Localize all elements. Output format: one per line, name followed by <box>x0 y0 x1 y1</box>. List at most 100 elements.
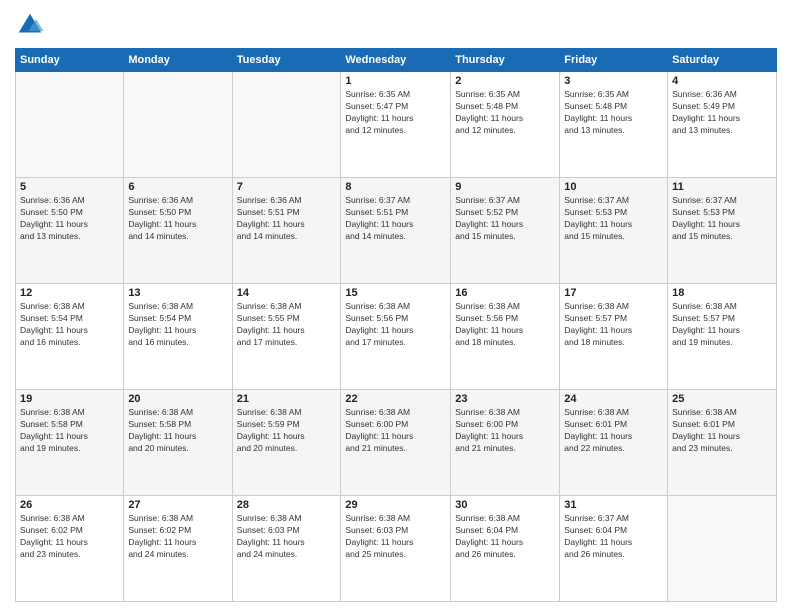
day-cell: 6 Sunrise: 6:36 AM Sunset: 5:50 PM Daylig… <box>124 178 232 284</box>
day-number: 11 <box>672 181 772 193</box>
day-number: 3 <box>564 75 663 87</box>
day-number: 23 <box>455 393 555 405</box>
day-info: Sunrise: 6:38 AM Sunset: 6:02 PM Dayligh… <box>20 513 119 561</box>
week-row-4: 26 Sunrise: 6:38 AM Sunset: 6:02 PM Dayli… <box>16 496 777 602</box>
day-number: 17 <box>564 287 663 299</box>
weekday-header-tuesday: Tuesday <box>232 49 341 72</box>
day-cell <box>124 72 232 178</box>
day-cell: 24 Sunrise: 6:38 AM Sunset: 6:01 PM Dayli… <box>560 390 668 496</box>
day-cell: 11 Sunrise: 6:37 AM Sunset: 5:53 PM Dayli… <box>668 178 777 284</box>
day-number: 27 <box>128 499 227 511</box>
day-cell: 30 Sunrise: 6:38 AM Sunset: 6:04 PM Dayli… <box>451 496 560 602</box>
day-info: Sunrise: 6:38 AM Sunset: 5:57 PM Dayligh… <box>672 301 772 349</box>
day-number: 15 <box>345 287 446 299</box>
day-cell: 9 Sunrise: 6:37 AM Sunset: 5:52 PM Daylig… <box>451 178 560 284</box>
day-number: 24 <box>564 393 663 405</box>
day-number: 25 <box>672 393 772 405</box>
day-info: Sunrise: 6:38 AM Sunset: 5:55 PM Dayligh… <box>237 301 337 349</box>
day-info: Sunrise: 6:38 AM Sunset: 6:00 PM Dayligh… <box>455 407 555 455</box>
day-info: Sunrise: 6:37 AM Sunset: 5:51 PM Dayligh… <box>345 195 446 243</box>
day-cell: 1 Sunrise: 6:35 AM Sunset: 5:47 PM Daylig… <box>341 72 451 178</box>
day-cell: 3 Sunrise: 6:35 AM Sunset: 5:48 PM Daylig… <box>560 72 668 178</box>
day-cell: 8 Sunrise: 6:37 AM Sunset: 5:51 PM Daylig… <box>341 178 451 284</box>
day-cell <box>16 72 124 178</box>
day-number: 30 <box>455 499 555 511</box>
day-info: Sunrise: 6:38 AM Sunset: 6:01 PM Dayligh… <box>672 407 772 455</box>
weekday-header-sunday: Sunday <box>16 49 124 72</box>
day-number: 18 <box>672 287 772 299</box>
day-info: Sunrise: 6:38 AM Sunset: 6:04 PM Dayligh… <box>455 513 555 561</box>
day-cell: 18 Sunrise: 6:38 AM Sunset: 5:57 PM Dayli… <box>668 284 777 390</box>
day-info: Sunrise: 6:38 AM Sunset: 6:03 PM Dayligh… <box>345 513 446 561</box>
day-info: Sunrise: 6:38 AM Sunset: 5:59 PM Dayligh… <box>237 407 337 455</box>
day-cell: 10 Sunrise: 6:37 AM Sunset: 5:53 PM Dayli… <box>560 178 668 284</box>
day-cell: 25 Sunrise: 6:38 AM Sunset: 6:01 PM Dayli… <box>668 390 777 496</box>
day-number: 1 <box>345 75 446 87</box>
day-cell: 29 Sunrise: 6:38 AM Sunset: 6:03 PM Dayli… <box>341 496 451 602</box>
day-number: 5 <box>20 181 119 193</box>
day-info: Sunrise: 6:36 AM Sunset: 5:50 PM Dayligh… <box>128 195 227 243</box>
day-info: Sunrise: 6:38 AM Sunset: 5:57 PM Dayligh… <box>564 301 663 349</box>
day-number: 8 <box>345 181 446 193</box>
day-info: Sunrise: 6:37 AM Sunset: 5:52 PM Dayligh… <box>455 195 555 243</box>
day-cell: 19 Sunrise: 6:38 AM Sunset: 5:58 PM Dayli… <box>16 390 124 496</box>
day-number: 20 <box>128 393 227 405</box>
day-info: Sunrise: 6:37 AM Sunset: 6:04 PM Dayligh… <box>564 513 663 561</box>
day-number: 26 <box>20 499 119 511</box>
week-row-1: 5 Sunrise: 6:36 AM Sunset: 5:50 PM Daylig… <box>16 178 777 284</box>
day-info: Sunrise: 6:38 AM Sunset: 6:03 PM Dayligh… <box>237 513 337 561</box>
day-cell: 5 Sunrise: 6:36 AM Sunset: 5:50 PM Daylig… <box>16 178 124 284</box>
week-row-3: 19 Sunrise: 6:38 AM Sunset: 5:58 PM Dayli… <box>16 390 777 496</box>
weekday-header-saturday: Saturday <box>668 49 777 72</box>
day-number: 7 <box>237 181 337 193</box>
day-cell: 13 Sunrise: 6:38 AM Sunset: 5:54 PM Dayli… <box>124 284 232 390</box>
day-info: Sunrise: 6:38 AM Sunset: 5:56 PM Dayligh… <box>345 301 446 349</box>
day-cell: 17 Sunrise: 6:38 AM Sunset: 5:57 PM Dayli… <box>560 284 668 390</box>
day-cell: 20 Sunrise: 6:38 AM Sunset: 5:58 PM Dayli… <box>124 390 232 496</box>
day-cell: 12Sunrise: 6:38 AM Sunset: 5:54 PM Dayli… <box>16 284 124 390</box>
day-info: Sunrise: 6:38 AM Sunset: 5:58 PM Dayligh… <box>128 407 227 455</box>
day-info: Sunrise: 6:35 AM Sunset: 5:48 PM Dayligh… <box>455 89 555 137</box>
day-info: Sunrise: 6:36 AM Sunset: 5:51 PM Dayligh… <box>237 195 337 243</box>
week-row-2: 12Sunrise: 6:38 AM Sunset: 5:54 PM Dayli… <box>16 284 777 390</box>
day-cell: 28 Sunrise: 6:38 AM Sunset: 6:03 PM Dayli… <box>232 496 341 602</box>
day-cell <box>668 496 777 602</box>
day-info: Sunrise: 6:35 AM Sunset: 5:48 PM Dayligh… <box>564 89 663 137</box>
logo-icon <box>15 10 45 40</box>
day-cell: 31Sunrise: 6:37 AM Sunset: 6:04 PM Dayli… <box>560 496 668 602</box>
day-info: Sunrise: 6:36 AM Sunset: 5:49 PM Dayligh… <box>672 89 772 137</box>
day-number: 9 <box>455 181 555 193</box>
day-cell: 15 Sunrise: 6:38 AM Sunset: 5:56 PM Dayli… <box>341 284 451 390</box>
header <box>15 10 777 40</box>
day-number: 29 <box>345 499 446 511</box>
day-info: Sunrise: 6:38 AM Sunset: 5:54 PM Dayligh… <box>128 301 227 349</box>
page: SundayMondayTuesdayWednesdayThursdayFrid… <box>0 0 792 612</box>
day-cell: 22Sunrise: 6:38 AM Sunset: 6:00 PM Dayli… <box>341 390 451 496</box>
day-info: Sunrise: 6:37 AM Sunset: 5:53 PM Dayligh… <box>672 195 772 243</box>
day-number: 13 <box>128 287 227 299</box>
day-info: Sunrise: 6:38 AM Sunset: 5:54 PM Dayligh… <box>20 301 119 349</box>
day-info: Sunrise: 6:35 AM Sunset: 5:47 PM Dayligh… <box>345 89 446 137</box>
day-number: 10 <box>564 181 663 193</box>
day-info: Sunrise: 6:38 AM Sunset: 5:58 PM Dayligh… <box>20 407 119 455</box>
calendar-table: SundayMondayTuesdayWednesdayThursdayFrid… <box>15 48 777 602</box>
day-number: 14 <box>237 287 337 299</box>
weekday-header-wednesday: Wednesday <box>341 49 451 72</box>
day-info: Sunrise: 6:37 AM Sunset: 5:53 PM Dayligh… <box>564 195 663 243</box>
day-cell <box>232 72 341 178</box>
day-number: 2 <box>455 75 555 87</box>
day-number: 21 <box>237 393 337 405</box>
day-cell: 4Sunrise: 6:36 AM Sunset: 5:49 PM Daylig… <box>668 72 777 178</box>
day-number: 6 <box>128 181 227 193</box>
day-number: 28 <box>237 499 337 511</box>
day-cell: 14 Sunrise: 6:38 AM Sunset: 5:55 PM Dayli… <box>232 284 341 390</box>
day-number: 19 <box>20 393 119 405</box>
day-number: 16 <box>455 287 555 299</box>
day-cell: 26 Sunrise: 6:38 AM Sunset: 6:02 PM Dayli… <box>16 496 124 602</box>
weekday-header-friday: Friday <box>560 49 668 72</box>
day-info: Sunrise: 6:38 AM Sunset: 6:01 PM Dayligh… <box>564 407 663 455</box>
day-cell: 21 Sunrise: 6:38 AM Sunset: 5:59 PM Dayli… <box>232 390 341 496</box>
day-info: Sunrise: 6:36 AM Sunset: 5:50 PM Dayligh… <box>20 195 119 243</box>
day-cell: 7 Sunrise: 6:36 AM Sunset: 5:51 PM Daylig… <box>232 178 341 284</box>
day-cell: 27Sunrise: 6:38 AM Sunset: 6:02 PM Dayli… <box>124 496 232 602</box>
